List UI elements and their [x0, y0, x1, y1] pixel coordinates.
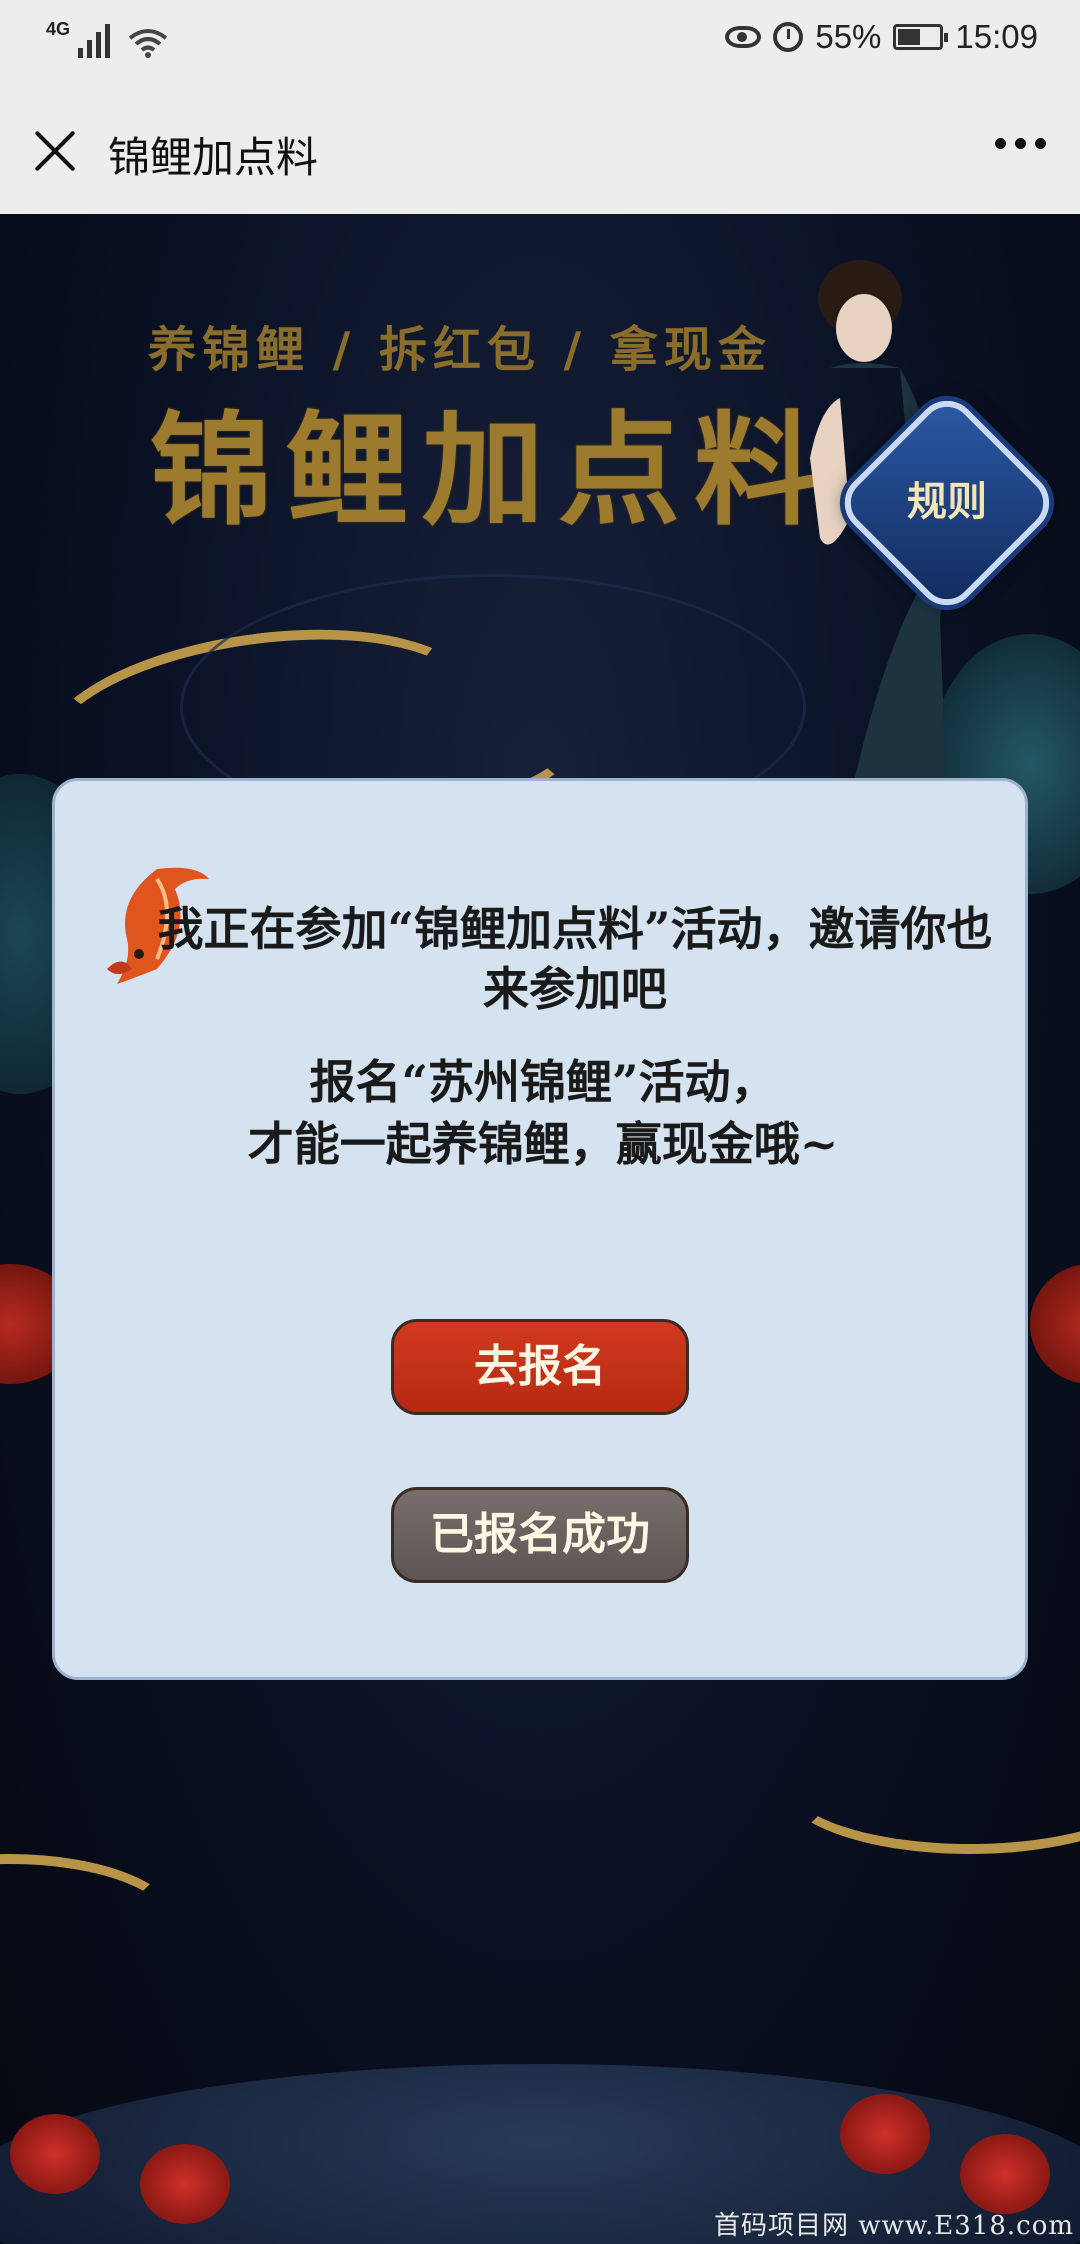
- more-options-icon[interactable]: [995, 138, 1046, 149]
- status-bar: 4G 55% 15:09: [0, 0, 1080, 86]
- signup-button[interactable]: 去报名: [391, 1319, 689, 1415]
- wifi-icon: [128, 29, 168, 58]
- watermark: 首码项目网 www.E318.com: [714, 2211, 1074, 2241]
- rules-label[interactable]: 规则: [866, 469, 1028, 527]
- title-bar: 锦鲤加点料: [0, 86, 1080, 214]
- network-type: 4G: [46, 19, 71, 39]
- invite-dialog: 我正在参加“锦鲤加点料”活动，邀请你也来参加吧 报名“苏州锦鲤”活动， 才能一起…: [52, 778, 1028, 1680]
- signup-hint-line1: 报名“苏州锦鲤”活动，: [309, 1055, 777, 1109]
- page-title: 锦鲤加点料: [108, 134, 319, 181]
- eye-comfort-icon: [725, 26, 762, 48]
- hero-title: 锦鲤加点料: [150, 398, 830, 542]
- close-icon[interactable]: [30, 126, 80, 176]
- battery-icon: [893, 24, 949, 50]
- battery-percent: 55%: [815, 18, 882, 55]
- hero-tagline: 养锦鲤 / 拆红包 / 拿现金: [148, 322, 772, 378]
- registered-button[interactable]: 已报名成功: [391, 1487, 689, 1583]
- system-indicators: 55% 15:09: [725, 18, 1038, 56]
- alarm-icon: [773, 22, 804, 52]
- signup-hint-line2: 才能一起养锦鲤，赢现金哦~: [247, 1117, 839, 1171]
- invite-message: 我正在参加“锦鲤加点料”活动，邀请你也来参加吧: [157, 902, 993, 1016]
- signal-icon: [78, 22, 111, 58]
- clock: 15:09: [955, 18, 1038, 55]
- battery-fill: [898, 29, 921, 45]
- signup-hint: 报名“苏州锦鲤”活动， 才能一起养锦鲤，赢现金哦~: [55, 1051, 1031, 1175]
- network-indicators: 4G: [46, 19, 168, 58]
